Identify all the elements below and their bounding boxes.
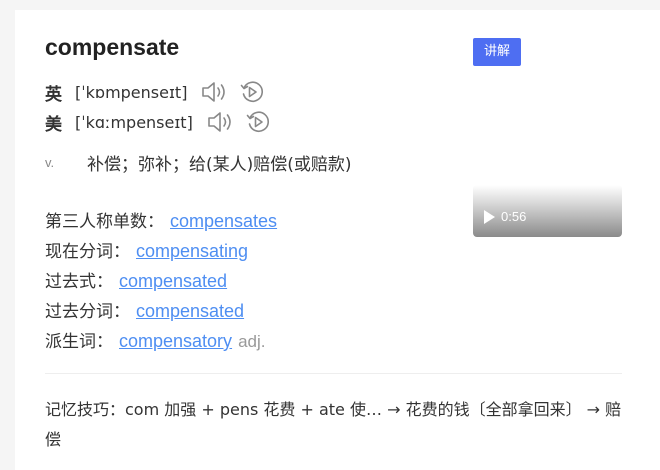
explain-button[interactable]: 讲解 [473, 38, 521, 66]
form-row-derivative: 派生词： compensatory adj. [45, 326, 277, 356]
speaker-icon[interactable] [200, 79, 230, 105]
pronunciation-us: 美 [ˈkɑːmpenseɪt] [45, 109, 271, 135]
replay-icon[interactable] [245, 109, 271, 135]
form-row-past-participle: 过去分词： compensated [45, 296, 277, 326]
form-link[interactable]: compensates [170, 211, 277, 231]
form-suffix: adj. [238, 332, 266, 351]
dictionary-card: compensate 讲解 英 [ˈkɒmpenseɪt] 美 [ˈkɑːmpe… [15, 10, 660, 470]
region-label: 英 [45, 84, 62, 105]
form-link[interactable]: compensated [136, 301, 244, 321]
form-label: 过去分词： [45, 302, 130, 322]
phonetic: [ˈkɑːmpenseɪt] [75, 112, 193, 132]
form-row-third-person: 第三人称单数： compensates [45, 206, 277, 236]
form-label: 现在分词： [45, 242, 130, 262]
region-label: 美 [45, 114, 62, 135]
headword: compensate [45, 34, 180, 60]
divider [45, 373, 622, 374]
word-forms: 第三人称单数： compensates 现在分词： compensating 过去式… [45, 206, 277, 356]
phonetic: [ˈkɒmpenseɪt] [75, 82, 188, 102]
form-label: 第三人称单数： [45, 212, 164, 232]
speaker-icon[interactable] [206, 109, 236, 135]
pronunciation-uk: 英 [ˈkɒmpenseɪt] [45, 79, 265, 105]
form-link[interactable]: compensating [136, 241, 248, 261]
video-thumbnail[interactable]: 0:56 [473, 185, 622, 237]
form-row-past-tense: 过去式： compensated [45, 266, 277, 296]
form-link[interactable]: compensated [119, 271, 227, 291]
definition-text: 补偿；弥补；给(某人)赔偿(或赔款) [87, 155, 352, 175]
mnemonic-tip: 记忆技巧：com 加强 + pens 花费 + ate 使… → 花费的钱〔全部… [45, 400, 622, 449]
form-label: 派生词： [45, 332, 113, 352]
form-row-present-participle: 现在分词： compensating [45, 236, 277, 266]
form-label: 过去式： [45, 272, 113, 292]
replay-icon[interactable] [239, 79, 265, 105]
video-duration: 0:56 [501, 209, 527, 224]
part-of-speech: v. [45, 155, 55, 170]
form-link[interactable]: compensatory [119, 331, 232, 351]
play-icon [484, 210, 495, 224]
